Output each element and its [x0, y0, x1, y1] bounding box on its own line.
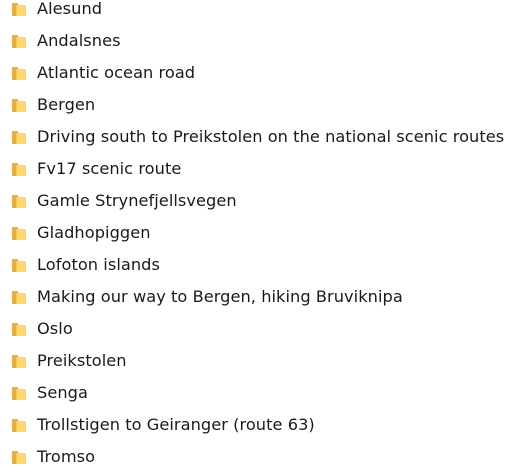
folder-item[interactable]: Atlantic ocean road [0, 57, 506, 89]
folder-icon [11, 289, 27, 305]
folder-item[interactable]: Fv17 scenic route [0, 153, 506, 185]
folder-icon [11, 129, 27, 145]
folder-icon [11, 193, 27, 209]
folder-item[interactable]: Making our way to Bergen, hiking Bruvikn… [0, 281, 506, 313]
folder-item[interactable]: Preikstolen [0, 345, 506, 377]
folder-icon [11, 353, 27, 369]
folder-name: Bergen [37, 95, 96, 114]
folder-icon [11, 97, 27, 113]
folder-icon [11, 65, 27, 81]
folder-name: Preikstolen [37, 351, 127, 370]
folder-icon [11, 385, 27, 401]
folder-icon [11, 257, 27, 273]
folder-item[interactable]: Driving south to Preikstolen on the nati… [0, 121, 506, 153]
folder-list: Alesund Andalsnes Atlantic ocean road Be… [0, 0, 506, 473]
folder-icon [11, 33, 27, 49]
folder-item[interactable]: Oslo [0, 313, 506, 345]
folder-name: Making our way to Bergen, hiking Bruvikn… [37, 287, 403, 306]
folder-icon [11, 417, 27, 433]
folder-name: Fv17 scenic route [37, 159, 182, 178]
folder-item[interactable]: Trollstigen to Geiranger (route 63) [0, 409, 506, 441]
folder-name: Oslo [37, 319, 73, 338]
folder-icon [11, 225, 27, 241]
folder-name: Tromso [37, 447, 96, 466]
folder-name: Gladhopiggen [37, 223, 151, 242]
folder-item[interactable]: Senga [0, 377, 506, 409]
folder-item[interactable]: Gamle Strynefjellsvegen [0, 185, 506, 217]
folder-item[interactable]: Gladhopiggen [0, 217, 506, 249]
folder-icon [11, 449, 27, 465]
folder-name: Andalsnes [37, 31, 121, 50]
folder-name: Lofoton islands [37, 255, 160, 274]
folder-name: Atlantic ocean road [37, 63, 196, 82]
folder-item[interactable]: Bergen [0, 89, 506, 121]
folder-name: Trollstigen to Geiranger (route 63) [37, 415, 315, 434]
folder-icon [11, 1, 27, 17]
folder-item[interactable]: Alesund [0, 0, 506, 25]
folder-item[interactable]: Tromso [0, 441, 506, 473]
folder-name: Driving south to Preikstolen on the nati… [37, 127, 505, 146]
folder-name: Senga [37, 383, 88, 402]
folder-item[interactable]: Andalsnes [0, 25, 506, 57]
folder-item[interactable]: Lofoton islands [0, 249, 506, 281]
folder-name: Alesund [37, 0, 103, 18]
folder-name: Gamle Strynefjellsvegen [37, 191, 237, 210]
folder-icon [11, 321, 27, 337]
folder-icon [11, 161, 27, 177]
